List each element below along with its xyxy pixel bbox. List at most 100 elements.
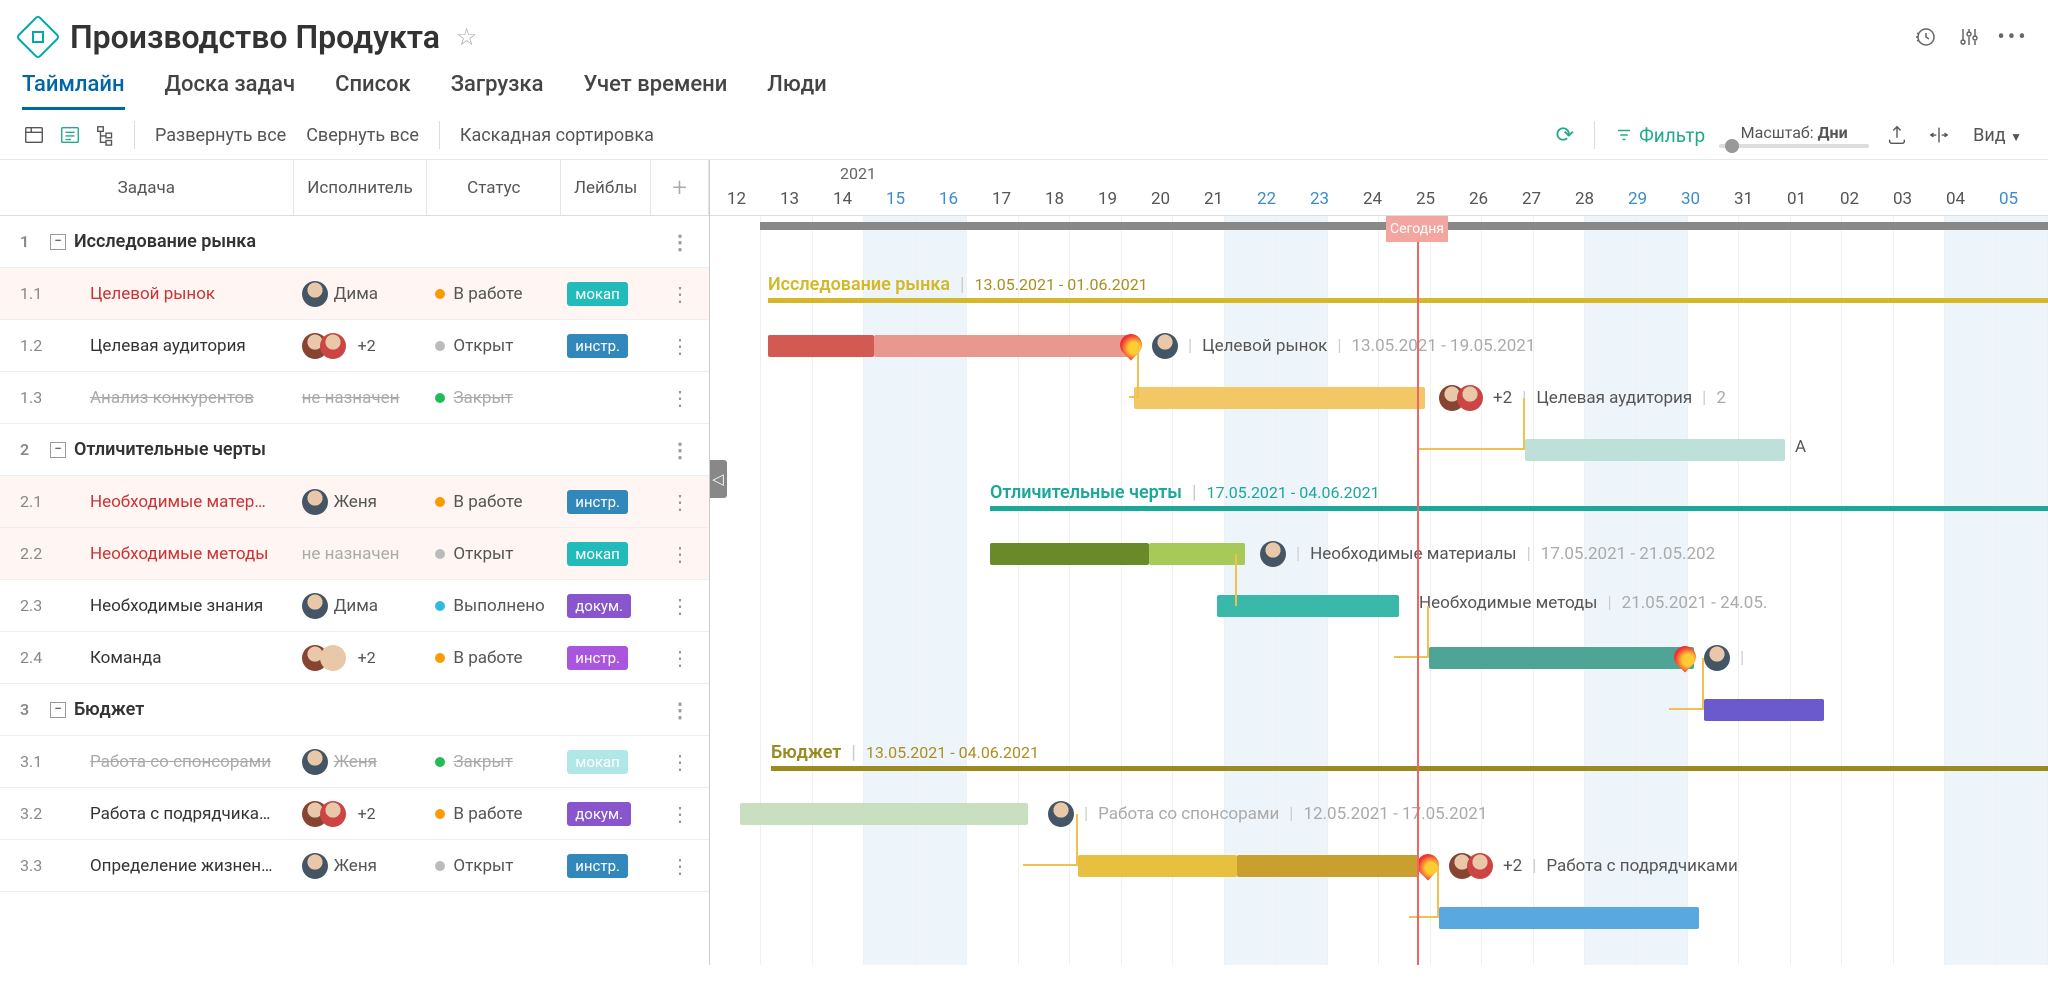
- tab-time[interactable]: Учет времени: [583, 66, 727, 110]
- task-row[interactable]: 3.1Работа со спонсорамиЖеняЗакрытмокап⋮: [0, 736, 709, 788]
- view-dropdown[interactable]: Вид ▼: [1967, 125, 2028, 146]
- gantt-bar[interactable]: [740, 803, 1028, 825]
- col-labels[interactable]: Лейблы: [561, 160, 651, 215]
- task-row[interactable]: 3−Бюджет⋮: [0, 684, 709, 736]
- task-row[interactable]: 3.3Определение жизнен…ЖеняОткрытинстр.⋮: [0, 840, 709, 892]
- refresh-icon[interactable]: ⟳: [1556, 123, 1574, 148]
- col-task[interactable]: Задача: [0, 160, 294, 215]
- fields-icon[interactable]: [20, 121, 48, 149]
- task-row[interactable]: 1.2Целевая аудитория+2Открытинстр.⋮: [0, 320, 709, 372]
- assignee-cell[interactable]: Женя: [294, 749, 428, 775]
- gantt-timeline[interactable]: ◁ 2021 121314151617181920212223242526272…: [710, 160, 2048, 965]
- hierarchy-icon[interactable]: [92, 121, 120, 149]
- collapse-panel-handle[interactable]: ◁: [710, 460, 727, 498]
- status-cell[interactable]: Закрыт: [427, 752, 561, 772]
- collapse-all-button[interactable]: Свернуть все: [300, 125, 425, 146]
- row-menu-icon[interactable]: ⋮: [651, 854, 709, 878]
- settings-sliders-icon[interactable]: [1956, 24, 1982, 50]
- group-bar[interactable]: [768, 298, 2048, 303]
- row-menu-icon[interactable]: ⋮: [651, 542, 709, 566]
- row-menu-icon[interactable]: ⋮: [651, 490, 709, 514]
- zoom-scale[interactable]: Масштаб: Дни: [1719, 123, 1869, 148]
- row-menu-icon[interactable]: ⋮: [651, 438, 709, 462]
- gantt-bar[interactable]: [1237, 855, 1419, 877]
- row-menu-icon[interactable]: ⋮: [651, 594, 709, 618]
- cascade-sort-button[interactable]: Каскадная сортировка: [454, 125, 660, 146]
- status-cell[interactable]: В работе: [427, 804, 561, 824]
- task-row[interactable]: 1.1Целевой рынокДимаВ работемокап⋮: [0, 268, 709, 320]
- row-menu-icon[interactable]: ⋮: [651, 282, 709, 306]
- task-row[interactable]: 2.4Команда+2В работеинстр.⋮: [0, 632, 709, 684]
- more-menu-icon[interactable]: •••: [2000, 24, 2026, 50]
- assignee-cell[interactable]: не назначен: [294, 388, 428, 408]
- group-bar[interactable]: [990, 506, 2048, 511]
- status-cell[interactable]: Открыт: [427, 336, 561, 356]
- tab-board[interactable]: Доска задач: [165, 66, 296, 110]
- collapse-toggle[interactable]: −: [50, 442, 66, 458]
- assignee-cell[interactable]: Дима: [294, 281, 428, 307]
- row-menu-icon[interactable]: ⋮: [651, 802, 709, 826]
- gantt-bar[interactable]: [1078, 855, 1237, 877]
- label-cell[interactable]: инстр.: [561, 646, 651, 670]
- gantt-bar[interactable]: [1429, 647, 1694, 669]
- label-cell[interactable]: мокап: [561, 542, 651, 566]
- status-cell[interactable]: В работе: [427, 284, 561, 304]
- task-row[interactable]: 1.3Анализ конкурентовне назначенЗакрытдо…: [0, 372, 709, 424]
- status-cell[interactable]: Закрыт: [427, 388, 561, 408]
- label-cell[interactable]: докум.: [561, 386, 651, 410]
- task-row[interactable]: 2−Отличительные черты⋮: [0, 424, 709, 476]
- gantt-bar[interactable]: [874, 335, 1129, 357]
- task-row[interactable]: 3.2Работа с подрядчика…+2В работедокум.⋮: [0, 788, 709, 840]
- task-row[interactable]: 2.1Необходимые матер…ЖеняВ работеинстр.⋮: [0, 476, 709, 528]
- row-menu-icon[interactable]: ⋮: [651, 334, 709, 358]
- tab-timeline[interactable]: Таймлайн: [22, 66, 125, 110]
- label-cell[interactable]: докум.: [561, 594, 651, 618]
- filter-button[interactable]: Фильтр: [1615, 124, 1705, 147]
- status-cell[interactable]: В работе: [427, 492, 561, 512]
- assignee-cell[interactable]: Женя: [294, 853, 428, 879]
- assignee-cell[interactable]: +2: [294, 801, 428, 827]
- gantt-bar[interactable]: [990, 543, 1149, 565]
- status-cell[interactable]: Выполнено: [427, 596, 561, 616]
- assignee-cell[interactable]: +2: [294, 645, 428, 671]
- col-assignee[interactable]: Исполнитель: [294, 160, 428, 215]
- assignee-cell[interactable]: +2: [294, 333, 428, 359]
- row-menu-icon[interactable]: ⋮: [651, 646, 709, 670]
- task-row[interactable]: 2.3Необходимые знанияДимаВыполненодокум.…: [0, 580, 709, 632]
- col-status[interactable]: Статус: [427, 160, 561, 215]
- favorite-star-icon[interactable]: ☆: [456, 23, 478, 51]
- gantt-bar[interactable]: [1149, 543, 1245, 565]
- assignee-cell[interactable]: Женя: [294, 489, 428, 515]
- label-cell[interactable]: инстр.: [561, 854, 651, 878]
- tab-people[interactable]: Люди: [767, 66, 826, 110]
- label-cell[interactable]: мокап: [561, 750, 651, 774]
- label-cell[interactable]: инстр.: [561, 334, 651, 358]
- expand-all-button[interactable]: Развернуть все: [149, 125, 292, 146]
- assignee-cell[interactable]: не назначен: [294, 544, 428, 564]
- history-icon[interactable]: [1912, 24, 1938, 50]
- label-cell[interactable]: инстр.: [561, 490, 651, 514]
- label-cell[interactable]: мокап: [561, 282, 651, 306]
- tab-workload[interactable]: Загрузка: [451, 66, 544, 110]
- assignee-cell[interactable]: Дима: [294, 593, 428, 619]
- collapse-toggle[interactable]: −: [50, 234, 66, 250]
- gantt-bar[interactable]: [768, 335, 874, 357]
- task-row[interactable]: 1−Исследование рынка⋮: [0, 216, 709, 268]
- gantt-bar[interactable]: [1525, 439, 1785, 461]
- fit-icon[interactable]: [1925, 121, 1953, 149]
- tab-list[interactable]: Список: [335, 66, 411, 110]
- task-row[interactable]: 2.2Необходимые методыне назначенОткрытмо…: [0, 528, 709, 580]
- export-icon[interactable]: [1883, 121, 1911, 149]
- row-menu-icon[interactable]: ⋮: [651, 698, 709, 722]
- group-bar[interactable]: [771, 766, 2048, 771]
- collapse-toggle[interactable]: −: [50, 702, 66, 718]
- gantt-bar[interactable]: [1134, 387, 1425, 409]
- row-menu-icon[interactable]: ⋮: [651, 230, 709, 254]
- row-menu-icon[interactable]: ⋮: [651, 386, 709, 410]
- status-cell[interactable]: Открыт: [427, 856, 561, 876]
- status-cell[interactable]: В работе: [427, 648, 561, 668]
- details-icon[interactable]: [56, 121, 84, 149]
- row-menu-icon[interactable]: ⋮: [651, 750, 709, 774]
- gantt-bar[interactable]: [1704, 699, 1824, 721]
- status-cell[interactable]: Открыт: [427, 544, 561, 564]
